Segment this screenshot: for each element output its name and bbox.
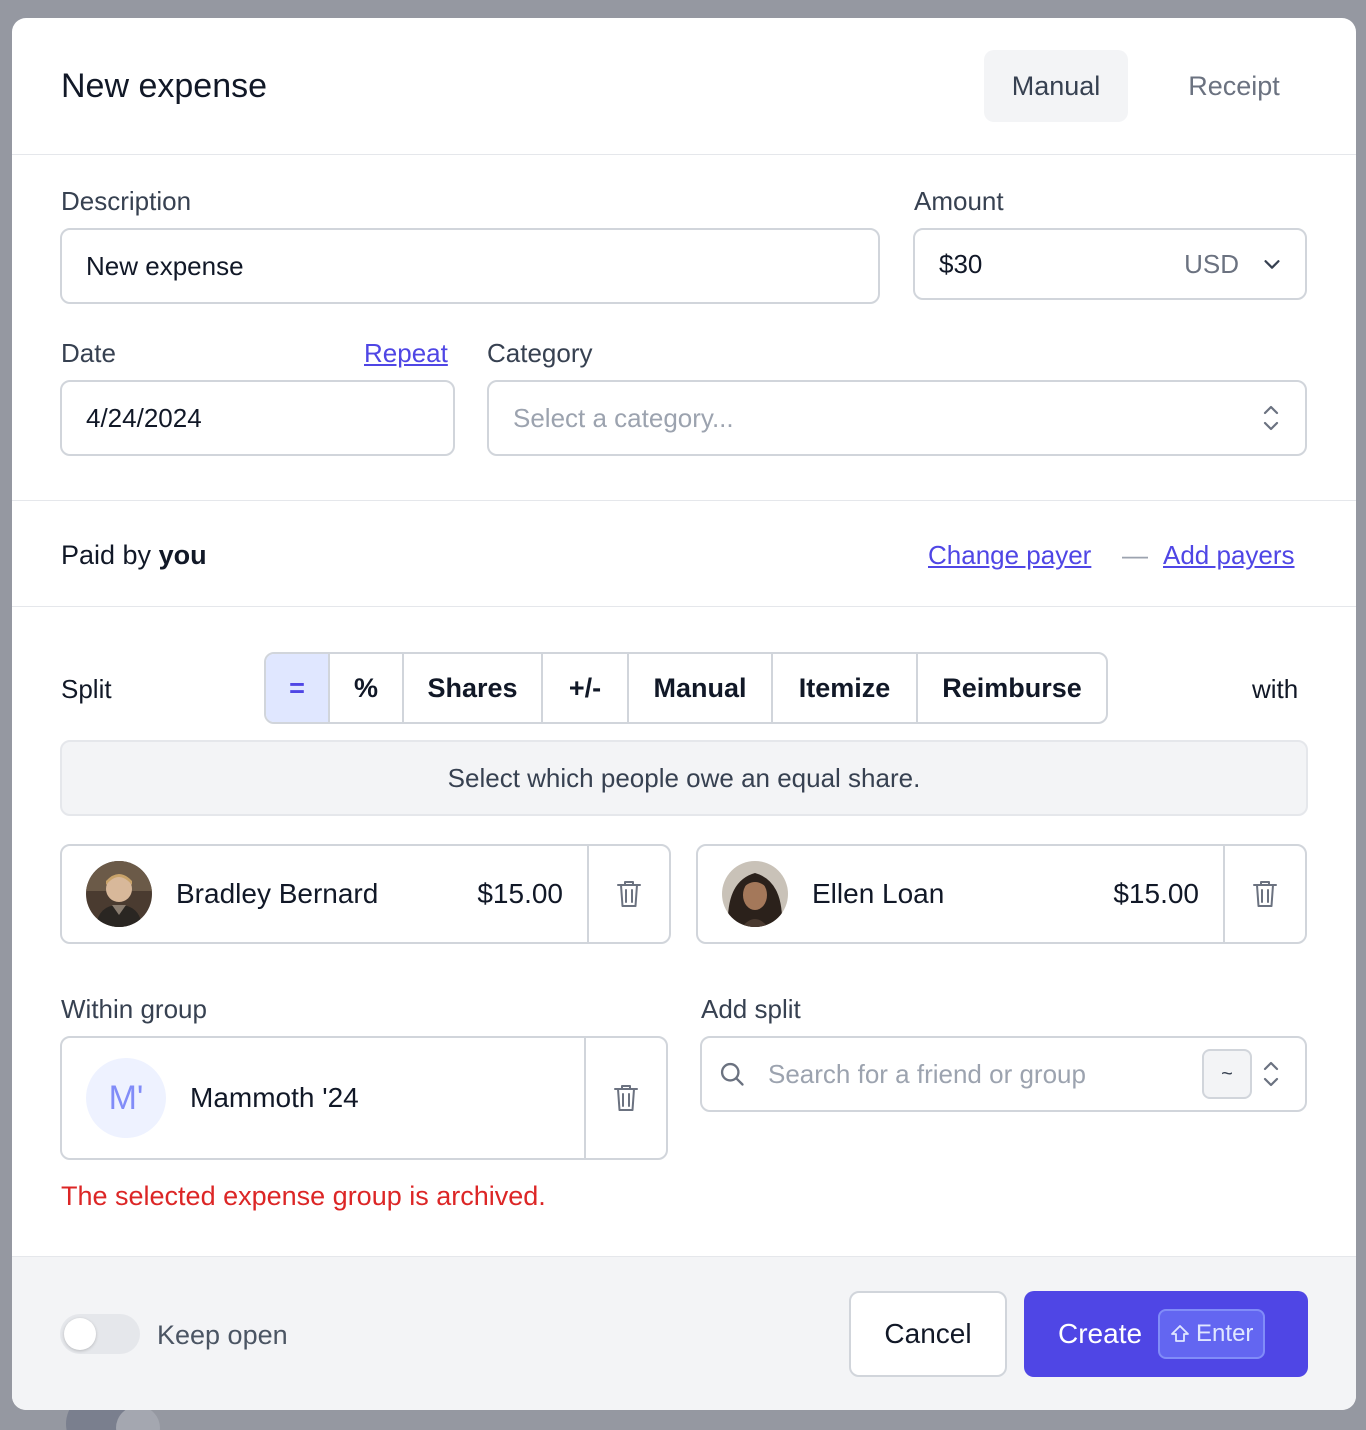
create-label: Create <box>1058 1318 1143 1349</box>
description-label: Description <box>61 186 192 216</box>
change-payer-link[interactable]: Change payer <box>928 540 1091 571</box>
create-button[interactable]: Create Enter <box>1024 1291 1308 1377</box>
tab-manual[interactable]: Manual <box>984 50 1128 122</box>
amount-label: Amount <box>914 186 1004 216</box>
description-input[interactable]: New expense <box>60 228 880 304</box>
keep-open-label: Keep open <box>157 1320 288 1350</box>
add-split-search-input[interactable]: Search for a friend or group ~ <box>700 1036 1307 1112</box>
trash-icon <box>617 881 641 907</box>
date-value: 4/24/2024 <box>86 402 202 433</box>
add-split-label: Add split <box>701 994 801 1024</box>
modal-header: New expense Manual Receipt <box>12 18 1356 155</box>
person-name: Bradley Bernard <box>176 878 379 909</box>
person-amount: $15.00 <box>477 878 563 909</box>
enter-label: Enter <box>1196 1320 1254 1347</box>
group-name: Mammoth '24 <box>190 1082 359 1113</box>
split-percent-button[interactable]: % <box>330 654 404 722</box>
split-person-card: Ellen Loan $15.00 <box>696 844 1307 944</box>
split-itemize-button[interactable]: Itemize <box>773 654 918 722</box>
split-manual-button[interactable]: Manual <box>629 654 773 722</box>
chevrons-up-down-icon <box>1263 405 1279 431</box>
date-input[interactable]: 4/24/2024 <box>60 380 455 456</box>
remove-person-button[interactable] <box>1223 846 1305 942</box>
trash-icon <box>1253 881 1277 907</box>
chevrons-up-down-icon <box>1263 1061 1279 1087</box>
divider <box>12 500 1356 501</box>
trash-icon <box>614 1085 638 1111</box>
person-amount: $15.00 <box>1113 878 1199 909</box>
add-payers-link[interactable]: Add payers <box>1163 540 1295 571</box>
split-person-card: Bradley Bernard $15.00 <box>60 844 671 944</box>
shortcut-badge: ~ <box>1202 1049 1252 1099</box>
shift-arrow-icon <box>1171 1325 1189 1342</box>
remove-group-button[interactable] <box>584 1038 666 1158</box>
amount-value: $30 <box>939 248 983 279</box>
split-label: Split <box>61 674 112 704</box>
add-split-placeholder: Search for a friend or group <box>768 1058 1086 1089</box>
split-info-box: Select which people owe an equal share. <box>60 740 1308 816</box>
remove-person-button[interactable] <box>587 846 669 942</box>
paid-by-prefix: Paid by <box>61 540 152 570</box>
group-avatar: M' <box>86 1058 166 1138</box>
category-placeholder: Select a category... <box>513 402 734 433</box>
within-group-label: Within group <box>61 994 207 1024</box>
keep-open-toggle[interactable] <box>60 1314 140 1354</box>
divider <box>12 606 1356 607</box>
split-info-text: Select which people owe an equal share. <box>447 762 921 793</box>
description-value: New expense <box>86 250 244 281</box>
currency-select[interactable]: USD <box>1184 249 1239 280</box>
modal-title: New expense <box>61 67 268 105</box>
payer-separator: — <box>1122 540 1148 570</box>
avatar <box>722 861 788 927</box>
split-equal-button[interactable]: = <box>266 654 330 722</box>
enter-shortcut-badge: Enter <box>1158 1309 1266 1359</box>
split-reimburse-button[interactable]: Reimburse <box>918 654 1106 722</box>
group-archived-error: The selected expense group is archived. <box>61 1181 546 1211</box>
paid-by-text: Paid by you <box>61 540 207 571</box>
split-adjustment-button[interactable]: +/- <box>543 654 629 722</box>
person-name: Ellen Loan <box>812 878 945 909</box>
date-label: Date <box>61 338 116 368</box>
tab-receipt[interactable]: Receipt <box>1152 50 1316 122</box>
search-icon <box>720 1062 744 1086</box>
toggle-knob <box>64 1318 96 1350</box>
paid-by-who: you <box>158 540 207 570</box>
category-label: Category <box>487 338 593 368</box>
split-method-selector: = % Shares +/- Manual Itemize Reimburse <box>264 652 1108 724</box>
category-select[interactable]: Select a category... <box>487 380 1307 456</box>
split-shares-button[interactable]: Shares <box>404 654 543 722</box>
cancel-button[interactable]: Cancel <box>849 1291 1007 1377</box>
avatar <box>86 861 152 927</box>
split-with-label: with <box>1252 674 1299 704</box>
group-card: M' Mammoth '24 <box>60 1036 668 1160</box>
repeat-link[interactable]: Repeat <box>364 338 448 369</box>
chevron-down-icon <box>1264 260 1280 269</box>
amount-input[interactable]: $30 USD <box>913 228 1307 300</box>
new-expense-modal: New expense Manual Receipt Description N… <box>12 18 1356 1410</box>
modal-footer: Keep open Cancel Create Enter <box>12 1256 1356 1410</box>
